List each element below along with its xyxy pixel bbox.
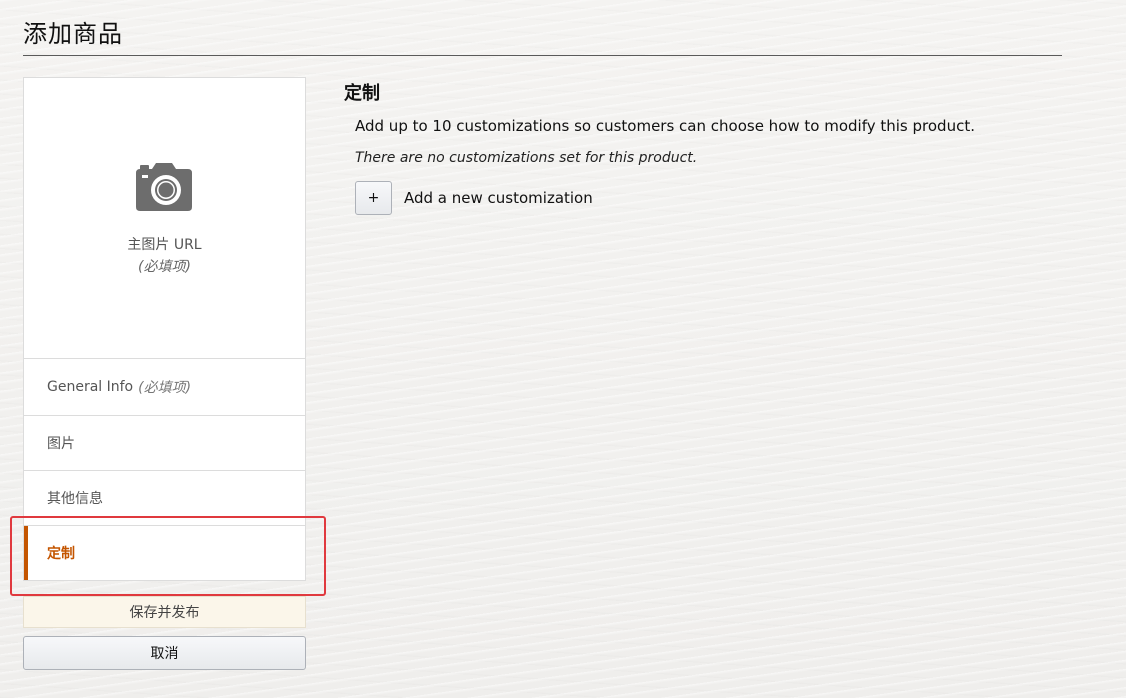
main-image-required: (必填项)	[138, 259, 191, 275]
save-and-publish-button[interactable]: 保存并发布	[23, 596, 306, 628]
nav-item-images[interactable]: 图片	[23, 416, 306, 471]
left-panel: 主图片 URL (必填项) General Info (必填项) 图片 其他信息…	[23, 77, 306, 581]
empty-state-text: There are no customizations set for this…	[355, 150, 698, 166]
nav-item-customization[interactable]: 定制	[23, 526, 306, 581]
nav-item-label: General Info	[47, 379, 134, 395]
section-title: 定制	[344, 83, 380, 104]
section-description: Add up to 10 customizations so customers…	[355, 117, 975, 135]
title-divider	[23, 55, 1062, 56]
add-customization-row: + Add a new customization	[355, 181, 593, 215]
cancel-button[interactable]: 取消	[23, 636, 306, 670]
add-customization-label[interactable]: Add a new customization	[404, 189, 593, 207]
main-image-label: 主图片 URL	[127, 237, 202, 253]
camera-icon	[136, 163, 192, 211]
nav-item-general-info[interactable]: General Info (必填项)	[23, 359, 306, 416]
nav-item-label: 其他信息	[47, 491, 103, 507]
main-image-upload[interactable]: 主图片 URL (必填项)	[23, 77, 306, 359]
nav-item-other-info[interactable]: 其他信息	[23, 471, 306, 526]
nav-item-label: 图片	[47, 436, 75, 452]
nav-item-label: 定制	[47, 546, 75, 562]
add-customization-button[interactable]: +	[355, 181, 392, 215]
page-title: 添加商品	[23, 20, 123, 48]
nav-item-required: (必填项)	[138, 380, 192, 396]
